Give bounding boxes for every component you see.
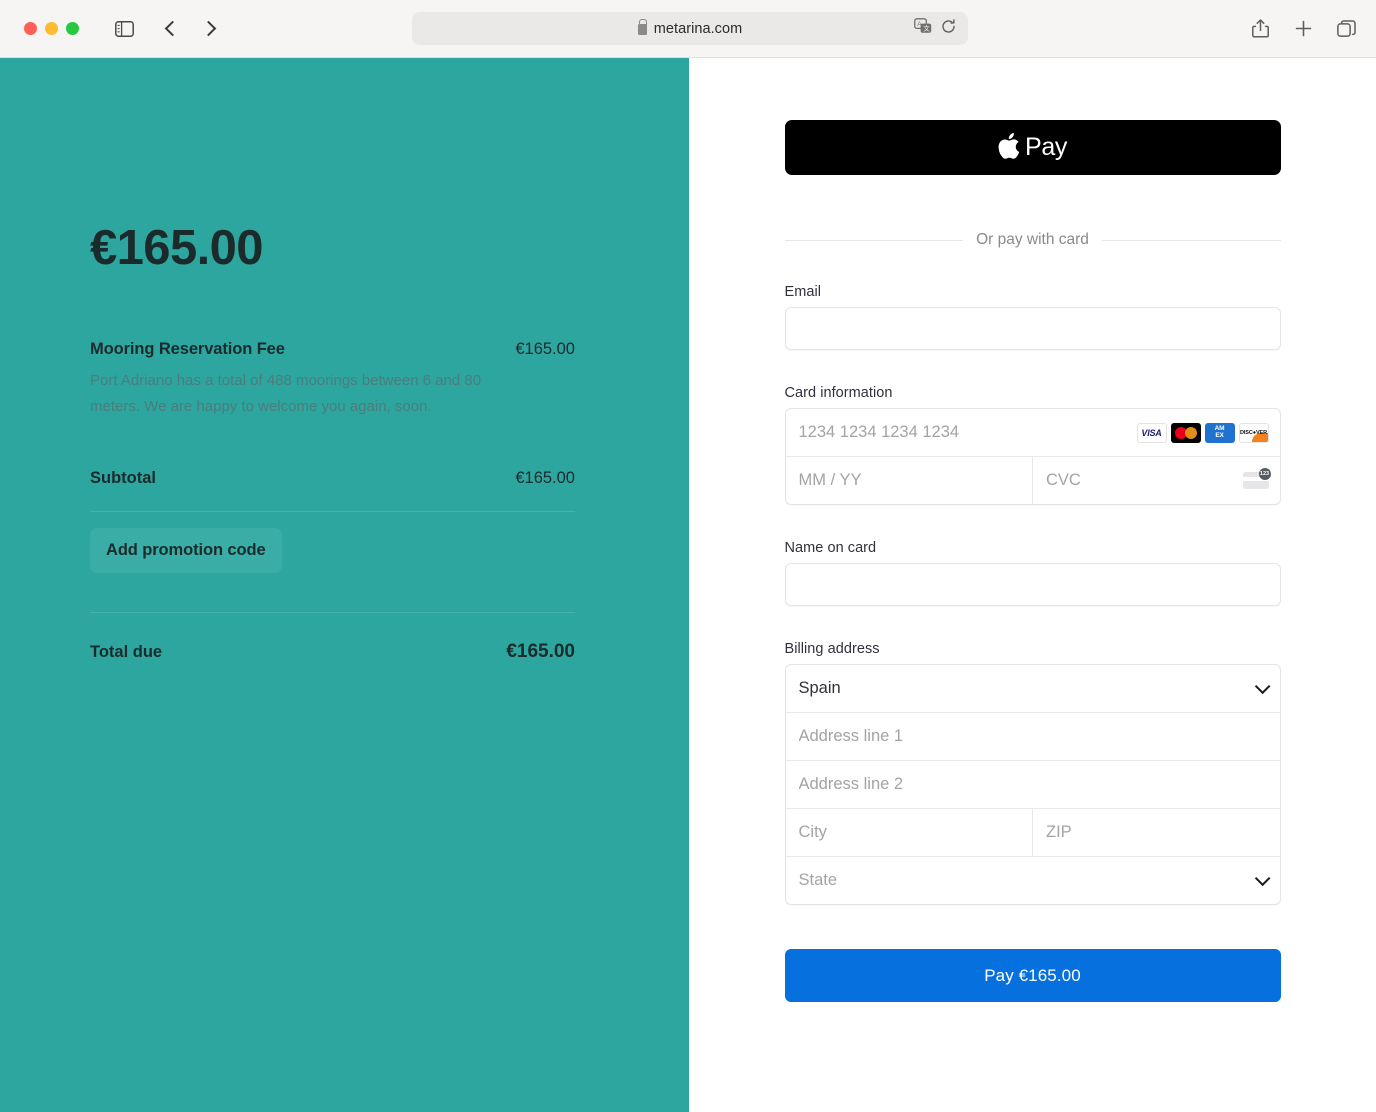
address-line-2-cell bbox=[785, 761, 1280, 808]
total-due-value: €165.00 bbox=[506, 640, 575, 662]
add-promotion-code-button[interactable]: Add promotion code bbox=[90, 527, 282, 573]
country-cell[interactable]: Spain bbox=[786, 665, 1280, 712]
email-input[interactable] bbox=[784, 307, 1281, 350]
checkout-page: €165.00 Mooring Reservation Fee €165.00 … bbox=[0, 58, 1376, 1112]
divider-label: Or pay with card bbox=[976, 231, 1089, 248]
card-expiry-input[interactable] bbox=[785, 457, 1032, 504]
url-text: metarina.com bbox=[653, 20, 743, 37]
card-expiry-cvc-row: 123 bbox=[785, 457, 1280, 504]
maximize-window-button[interactable] bbox=[66, 22, 79, 35]
payment-form-pane: Pay Or pay with card Email Card informat… bbox=[689, 58, 1376, 1112]
sidebar-toggle-icon[interactable] bbox=[108, 14, 140, 44]
zip-cell bbox=[1032, 809, 1280, 856]
address-line-1-input[interactable] bbox=[785, 713, 1280, 760]
address-line-2-row bbox=[785, 761, 1280, 809]
plus-icon[interactable] bbox=[1287, 14, 1319, 44]
chevron-right-icon[interactable] bbox=[192, 14, 224, 44]
billing-address-group: Billing address Spain Address line 1 Add… bbox=[784, 641, 1281, 905]
subtotal-row: Subtotal €165.00 bbox=[90, 469, 575, 488]
address-line-1-row bbox=[785, 713, 1280, 761]
address-line-2-input[interactable] bbox=[785, 761, 1280, 808]
reload-icon[interactable] bbox=[941, 18, 956, 39]
line-item-name: Mooring Reservation Fee bbox=[90, 340, 285, 358]
line-items: Mooring Reservation Fee €165.00 Port Adr… bbox=[90, 340, 575, 421]
card-information-group: Card information VISA AM bbox=[784, 385, 1281, 505]
apple-logo-icon bbox=[998, 133, 1020, 161]
name-on-card-label: Name on card bbox=[784, 540, 877, 556]
order-total-amount: €165.00 bbox=[90, 221, 264, 275]
total-due-label: Total due bbox=[90, 642, 163, 661]
city-zip-row bbox=[785, 809, 1280, 857]
city-cell bbox=[785, 809, 1032, 856]
state-cell[interactable]: State bbox=[786, 857, 1280, 904]
card-number-row: VISA AM EX DISC●VER bbox=[785, 409, 1280, 457]
browser-toolbar: metarina.com A 文 bbox=[0, 0, 1376, 58]
window-traffic-lights bbox=[24, 22, 79, 35]
email-field-group: Email bbox=[784, 284, 1281, 350]
summary-divider-bottom bbox=[90, 611, 575, 613]
order-summary-pane: €165.00 Mooring Reservation Fee €165.00 … bbox=[0, 58, 689, 1112]
divider-line-left bbox=[784, 239, 964, 241]
card-information-label: Card information bbox=[784, 385, 893, 401]
line-item-description: Port Adriano has a total of 488 moorings… bbox=[90, 372, 482, 416]
card-number-input[interactable] bbox=[785, 409, 1280, 456]
tab-overview-icon[interactable] bbox=[1330, 14, 1362, 44]
subtotal-value: €165.00 bbox=[515, 468, 575, 487]
card-cvc-input[interactable] bbox=[1033, 457, 1280, 504]
state-select-value[interactable]: State bbox=[786, 857, 1280, 904]
name-on-card-input[interactable] bbox=[784, 563, 1281, 606]
line-item-row: Mooring Reservation Fee €165.00 bbox=[90, 340, 575, 359]
share-icon[interactable] bbox=[1244, 14, 1276, 44]
city-input[interactable] bbox=[785, 809, 1032, 856]
address-bar[interactable]: metarina.com A 文 bbox=[412, 12, 968, 45]
state-row: State bbox=[786, 857, 1280, 904]
apple-pay-button[interactable]: Pay bbox=[784, 120, 1281, 175]
pay-button[interactable]: Pay €165.00 bbox=[784, 949, 1281, 1002]
minimize-window-button[interactable] bbox=[45, 22, 58, 35]
divider-line-right bbox=[1101, 239, 1281, 241]
card-cvc-cell: 123 bbox=[1032, 457, 1280, 504]
country-row: Spain bbox=[785, 665, 1280, 713]
card-number-cell: VISA AM EX DISC●VER bbox=[785, 409, 1280, 456]
apple-pay-label: Pay bbox=[1025, 133, 1067, 161]
translate-icon[interactable]: A 文 bbox=[914, 18, 932, 39]
name-on-card-group: Name on card bbox=[784, 540, 1281, 606]
browser-actions bbox=[1244, 14, 1362, 44]
svg-text:文: 文 bbox=[923, 24, 930, 33]
line-item-price: €165.00 bbox=[515, 340, 575, 358]
billing-address-label: Billing address bbox=[784, 641, 880, 657]
email-label: Email bbox=[784, 284, 822, 300]
or-pay-with-card-divider: Or pay with card bbox=[784, 231, 1281, 249]
lock-icon bbox=[637, 19, 648, 35]
card-expiry-cell bbox=[785, 457, 1032, 504]
billing-address-box: Spain Address line 1 Address line 2 City… bbox=[784, 664, 1281, 905]
total-due-row: Total due €165.00 bbox=[90, 641, 575, 663]
card-information-box: VISA AM EX DISC●VER bbox=[784, 408, 1281, 505]
address-bar-actions: A 文 bbox=[914, 18, 956, 39]
chevron-left-icon[interactable] bbox=[156, 14, 188, 44]
promotion-code-area: Add promotion code bbox=[90, 512, 575, 589]
zip-input[interactable] bbox=[1033, 809, 1280, 856]
subtotal-label: Subtotal bbox=[90, 468, 156, 487]
country-select-value[interactable]: Spain bbox=[786, 665, 1280, 712]
close-window-button[interactable] bbox=[24, 22, 37, 35]
address-line-1-cell bbox=[785, 713, 1280, 760]
